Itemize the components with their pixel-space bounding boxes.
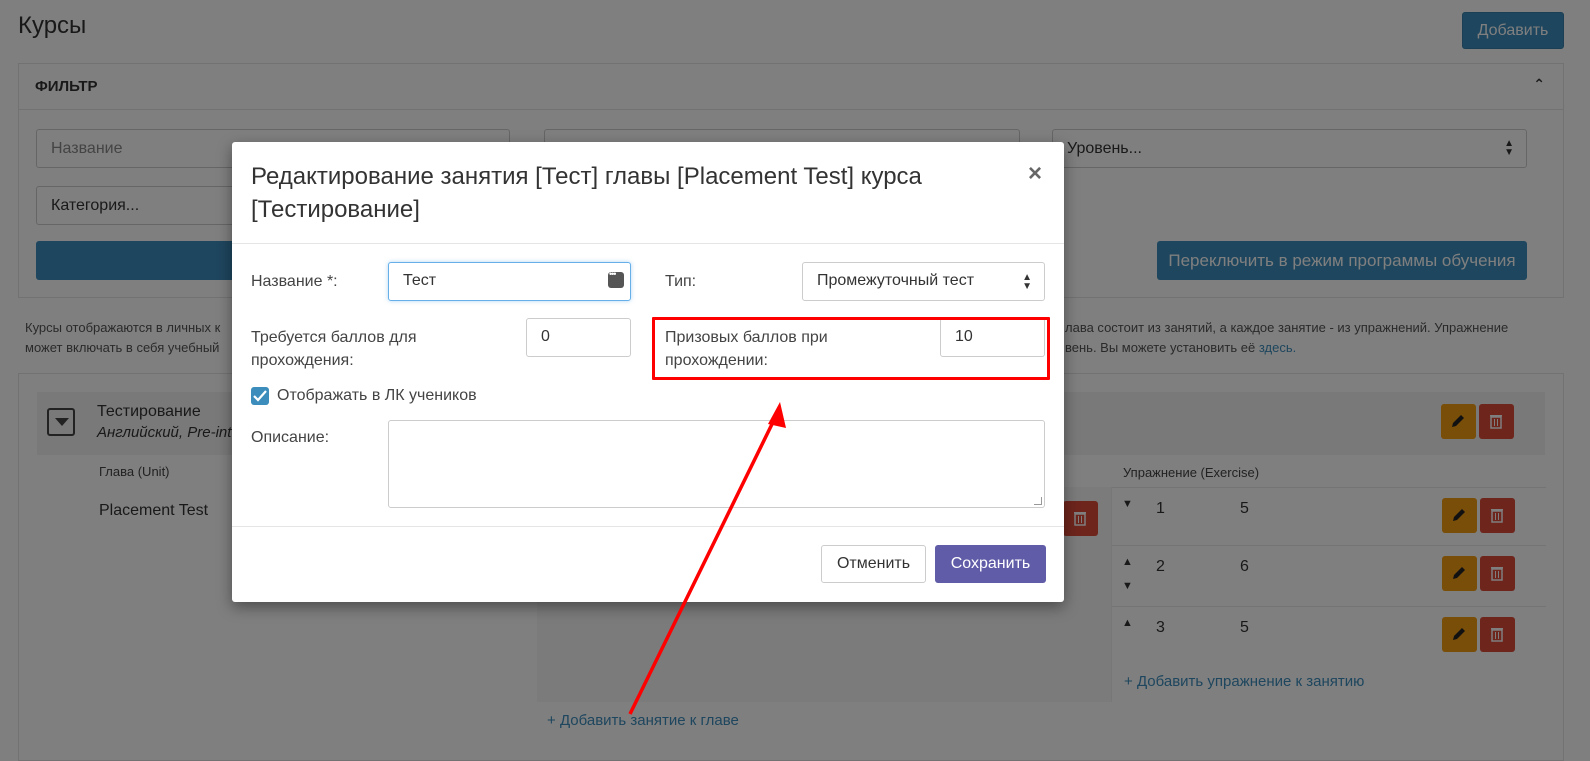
select-arrows-icon: ▲▼ (1022, 272, 1032, 292)
type-select-value: Промежуточный тест (817, 272, 975, 289)
name-label: Название *: (251, 273, 338, 290)
edit-lesson-modal: Редактирование занятия [Тест] главы [Pla… (232, 142, 1064, 602)
type-label: Тип: (665, 273, 697, 290)
checkmark-icon (253, 390, 267, 402)
close-icon[interactable]: × (1028, 162, 1042, 186)
modal-header: Редактирование занятия [Тест] главы [Pla… (232, 142, 1064, 244)
description-label: Описание: (251, 429, 330, 446)
modal-title: Редактирование занятия [Тест] главы [Pla… (251, 163, 922, 223)
description-textarea[interactable] (388, 420, 1045, 508)
show-in-cabinet-checkbox[interactable] (251, 387, 269, 405)
autofill-icon[interactable] (608, 269, 624, 288)
type-select[interactable]: Промежуточный тест ▲ ▼ (802, 262, 1045, 301)
show-in-cabinet-label[interactable]: Отображать в ЛК учеников (277, 384, 477, 407)
save-button[interactable]: Сохранить (935, 545, 1046, 583)
required-points-value: 0 (541, 328, 550, 345)
resize-handle-icon[interactable] (1034, 497, 1042, 505)
required-points-label: Требуется баллов для прохождения: (251, 329, 417, 369)
name-input[interactable]: Тест (388, 262, 631, 301)
name-input-value: Тест (403, 272, 437, 289)
highlight-box (652, 317, 1050, 380)
required-points-input[interactable]: 0 (526, 318, 631, 357)
modal-footer: Отменить Сохранить (232, 526, 1064, 602)
cancel-button[interactable]: Отменить (821, 545, 926, 583)
